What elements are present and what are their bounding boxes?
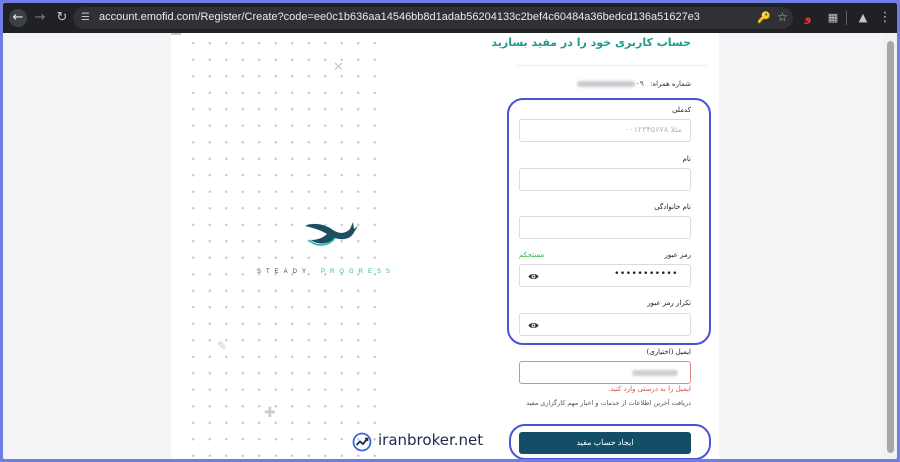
extension-icon[interactable]: و <box>800 10 816 26</box>
form-title: حساب کاربری خود را در مفید بسازید <box>491 36 691 49</box>
kebab-menu-icon[interactable]: ⋮ <box>877 10 893 26</box>
toolbar-divider <box>846 11 847 25</box>
trend-chart-icon <box>352 432 372 452</box>
decorative-plus-icon: ✚ <box>264 405 276 421</box>
profile-extension-icon[interactable]: ▲ <box>855 10 871 26</box>
decorative-pen-icon: ✎ <box>217 339 228 353</box>
reload-icon: ↻ <box>56 10 68 25</box>
decorative-x-icon: ✕ <box>333 60 344 75</box>
key-icon[interactable]: 🔑 <box>757 11 771 24</box>
tagline-progress: PROGRESS <box>321 269 396 275</box>
forward-button[interactable]: → <box>31 9 49 27</box>
email-blurred-value <box>632 370 678 376</box>
browser-window: ← → ↻ ☰ account.emofid.com/Register/Crea… <box>3 3 897 459</box>
phone-label: شماره همراه: <box>650 80 691 88</box>
phone-blurred <box>577 80 636 87</box>
puzzle-icon[interactable]: ▦ <box>825 10 841 26</box>
tagline-steady: STEADY <box>257 269 312 275</box>
newsletter-text: دریافت آخرین اطلاعات از خدمات و اخبار مه… <box>526 399 691 407</box>
tune-icon[interactable]: ☰ <box>81 12 93 24</box>
back-button[interactable]: ← <box>9 9 27 27</box>
page-content: ✕ ✎ ✚ STEADY PROGRESS حساب کاربری خود را … <box>3 33 897 459</box>
highlight-ring-fields <box>507 98 711 345</box>
phone-value: ۰۹ <box>577 79 644 88</box>
phone-prefix: ۰۹ <box>635 79 644 88</box>
title-divider <box>517 65 707 66</box>
brand-tagline: STEADY PROGRESS <box>257 269 395 275</box>
phone-row: شماره همراه: ۰۹ <box>577 79 691 88</box>
email-error-message: ایمیل را به درستی وارد کنید. <box>607 385 691 393</box>
email-label: ایمیل (اختیاری) <box>646 348 691 356</box>
arrow-right-icon: → <box>34 10 46 25</box>
star-icon[interactable]: ☆ <box>777 10 788 24</box>
mofid-bull-logo <box>305 222 358 246</box>
scrollbar-thumb[interactable] <box>887 41 894 453</box>
decorative-dash <box>171 33 181 35</box>
arrow-left-icon: ← <box>12 10 24 25</box>
reload-button[interactable]: ↻ <box>53 9 71 27</box>
url-text[interactable]: account.emofid.com/Register/Create?code=… <box>99 11 700 23</box>
watermark-text: iranbroker.net <box>378 431 484 449</box>
highlight-ring-submit <box>509 424 711 459</box>
email-input[interactable] <box>519 361 691 384</box>
address-bar[interactable]: ☰ account.emofid.com/Register/Create?cod… <box>73 7 793 29</box>
browser-toolbar: ← → ↻ ☰ account.emofid.com/Register/Crea… <box>3 3 897 33</box>
